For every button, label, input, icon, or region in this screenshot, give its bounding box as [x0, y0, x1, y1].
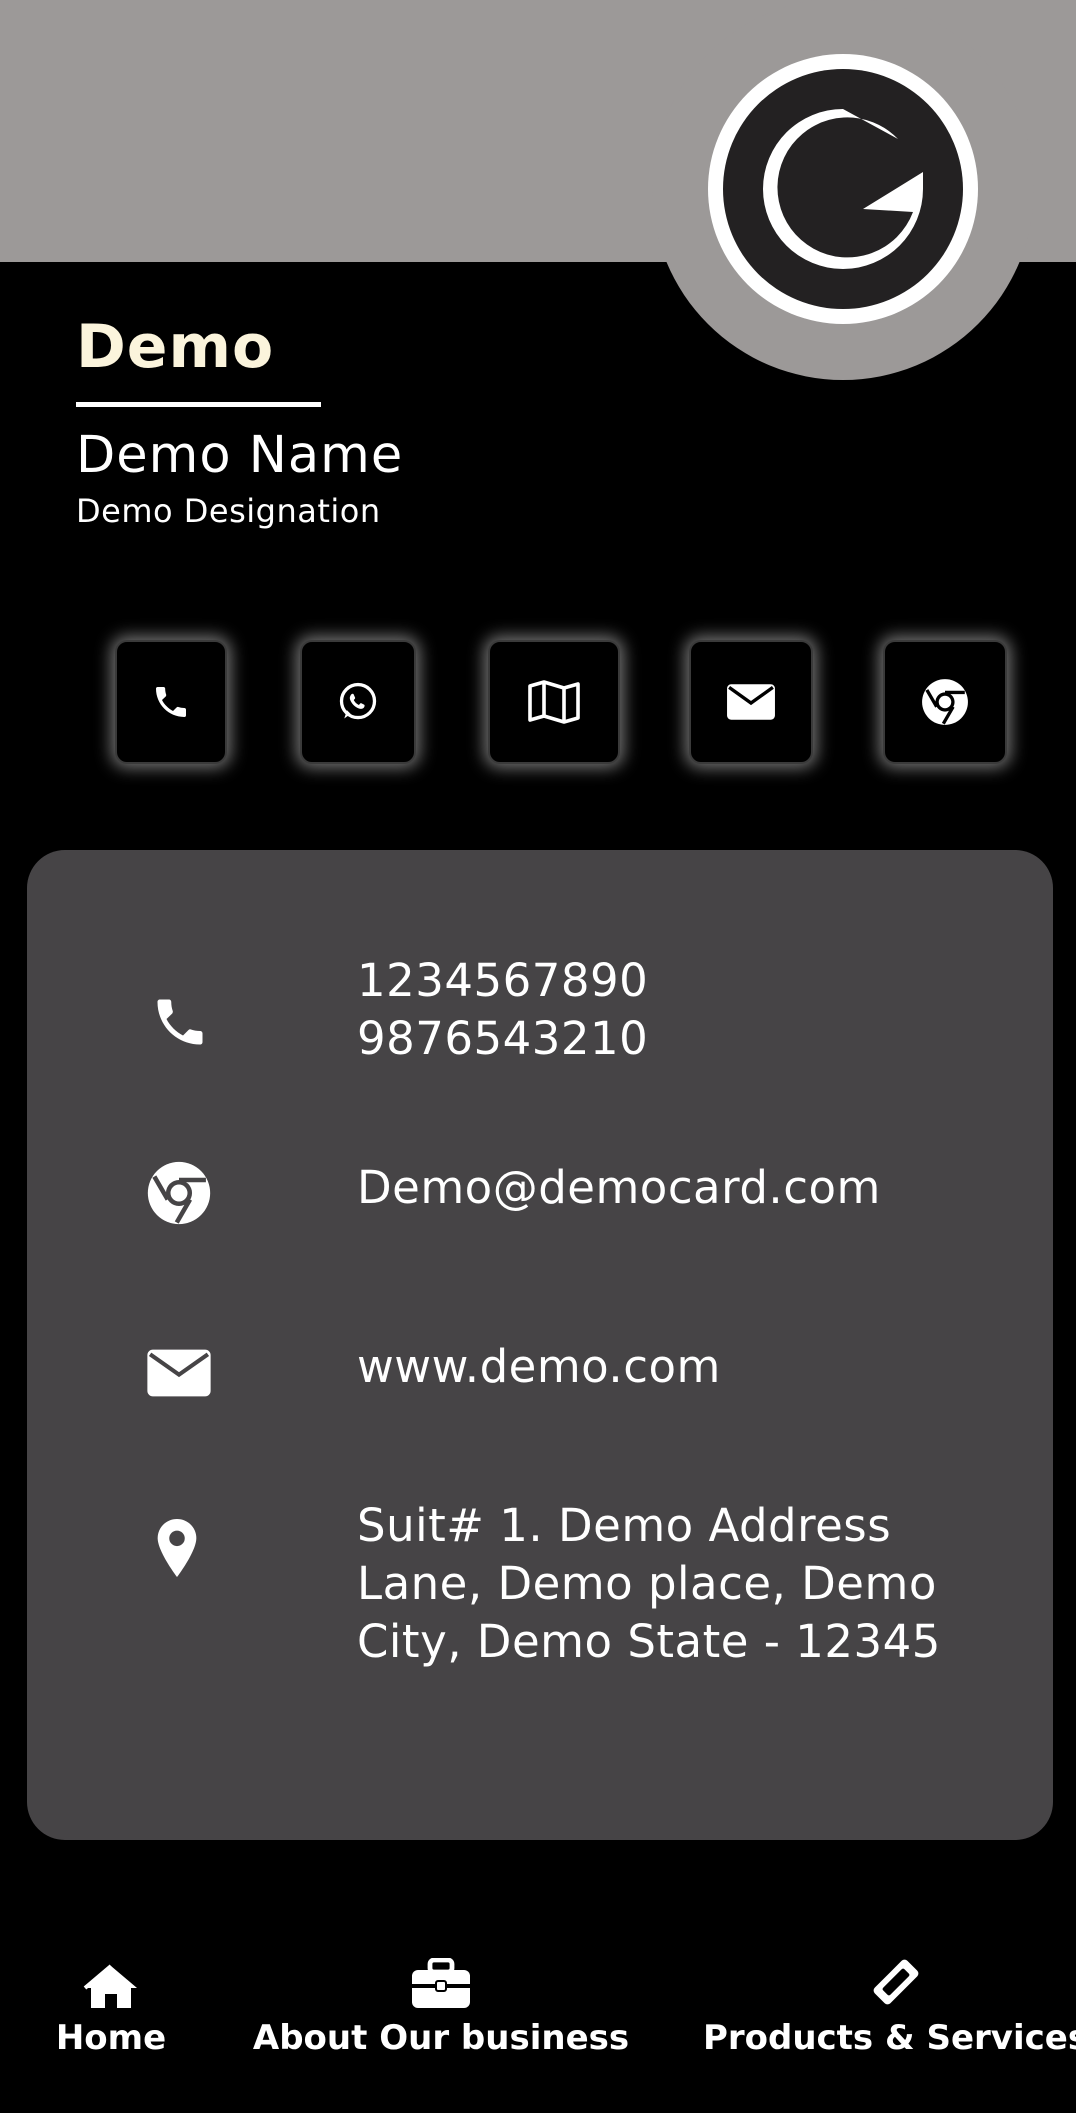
address-line-1: Suit# 1. Demo Address	[357, 1499, 892, 1552]
ticket-icon	[867, 1950, 925, 2010]
website-text[interactable]: www.demo.com	[357, 1338, 721, 1396]
email-button[interactable]	[689, 640, 813, 764]
briefcase-icon	[410, 1950, 472, 2010]
call-button[interactable]	[115, 640, 227, 764]
nav-products[interactable]: Products & Services	[703, 1950, 1076, 2058]
phone-icon	[145, 987, 215, 1057]
envelope-icon	[144, 1343, 214, 1403]
company-underline	[76, 402, 321, 407]
phone-numbers: 1234567890 9876543210	[357, 952, 648, 1068]
phone-number-1[interactable]: 1234567890	[357, 952, 648, 1010]
bottom-nav: Home About Our business Products & Servi…	[0, 1950, 1076, 2113]
nav-home-label: Home	[55, 2018, 167, 2058]
nav-about[interactable]: About Our business	[252, 1950, 630, 2058]
company-name: Demo	[76, 312, 275, 382]
person-designation: Demo Designation	[76, 492, 381, 530]
chrome-icon	[144, 1158, 214, 1228]
chrome-icon	[922, 679, 968, 725]
map-icon	[528, 680, 580, 724]
home-icon	[83, 1950, 139, 2010]
address-text[interactable]: Suit# 1. Demo Address Lane, Demo place, …	[357, 1497, 941, 1671]
nav-home[interactable]: Home	[55, 1950, 167, 2058]
website-button[interactable]	[883, 640, 1007, 764]
company-logo	[708, 54, 978, 324]
address-line-2: Lane, Demo place, Demo	[357, 1557, 937, 1610]
nav-about-label: About Our business	[252, 2018, 630, 2058]
map-marker-icon	[147, 1515, 207, 1581]
phone-icon	[156, 687, 186, 717]
nav-products-label: Products & Services	[702, 2018, 1076, 2058]
whatsapp-button[interactable]	[300, 640, 416, 764]
phone-number-2[interactable]: 9876543210	[357, 1010, 648, 1068]
whatsapp-icon	[339, 682, 377, 720]
email-text[interactable]: Demo@democard.com	[357, 1159, 881, 1217]
map-button[interactable]	[488, 640, 620, 764]
address-line-3: City, Demo State - 12345	[357, 1615, 941, 1668]
person-name: Demo Name	[76, 426, 404, 485]
contact-info-card: 1234567890 9876543210 Demo@democard.com …	[27, 850, 1053, 1840]
envelope-icon	[727, 684, 775, 720]
